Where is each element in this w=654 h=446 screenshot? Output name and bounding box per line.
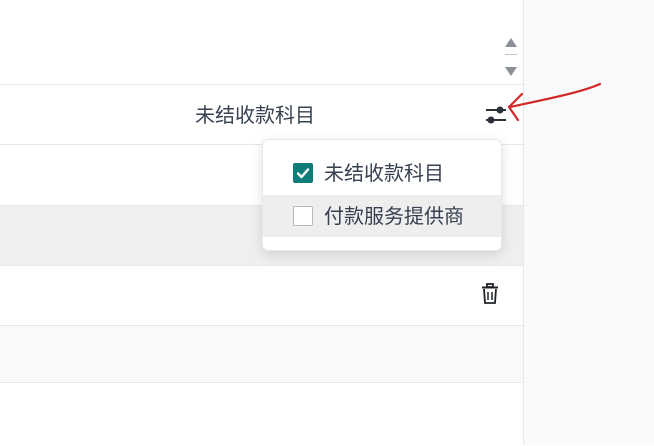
sort-up-icon[interactable] — [505, 38, 517, 47]
column-visibility-dropdown: 未结收款科目 付款服务提供商 — [262, 139, 502, 251]
trash-icon — [482, 283, 498, 304]
right-side-panel — [524, 0, 654, 445]
table-row[interactable] — [0, 382, 523, 446]
table-row[interactable] — [0, 265, 523, 326]
checkbox-checked[interactable] — [293, 163, 313, 183]
option-label: 未结收款科目 — [324, 161, 444, 185]
checkbox-unchecked[interactable] — [293, 206, 313, 226]
column-option-payment-provider[interactable]: 付款服务提供商 — [263, 195, 501, 237]
table-row[interactable] — [0, 325, 523, 383]
column-option-outstanding-receipts-account[interactable]: 未结收款科目 — [263, 152, 501, 194]
sort-arrows-icon[interactable] — [504, 36, 520, 80]
option-label: 付款服务提供商 — [324, 204, 464, 228]
sort-down-icon[interactable] — [505, 67, 517, 76]
checkmark-icon — [296, 168, 310, 179]
delete-row-button[interactable] — [480, 283, 500, 305]
column-header-outstanding-receipts-account[interactable]: 未结收款科目 — [170, 100, 340, 130]
divider — [505, 54, 517, 55]
red-arrow-annotation — [507, 82, 602, 122]
